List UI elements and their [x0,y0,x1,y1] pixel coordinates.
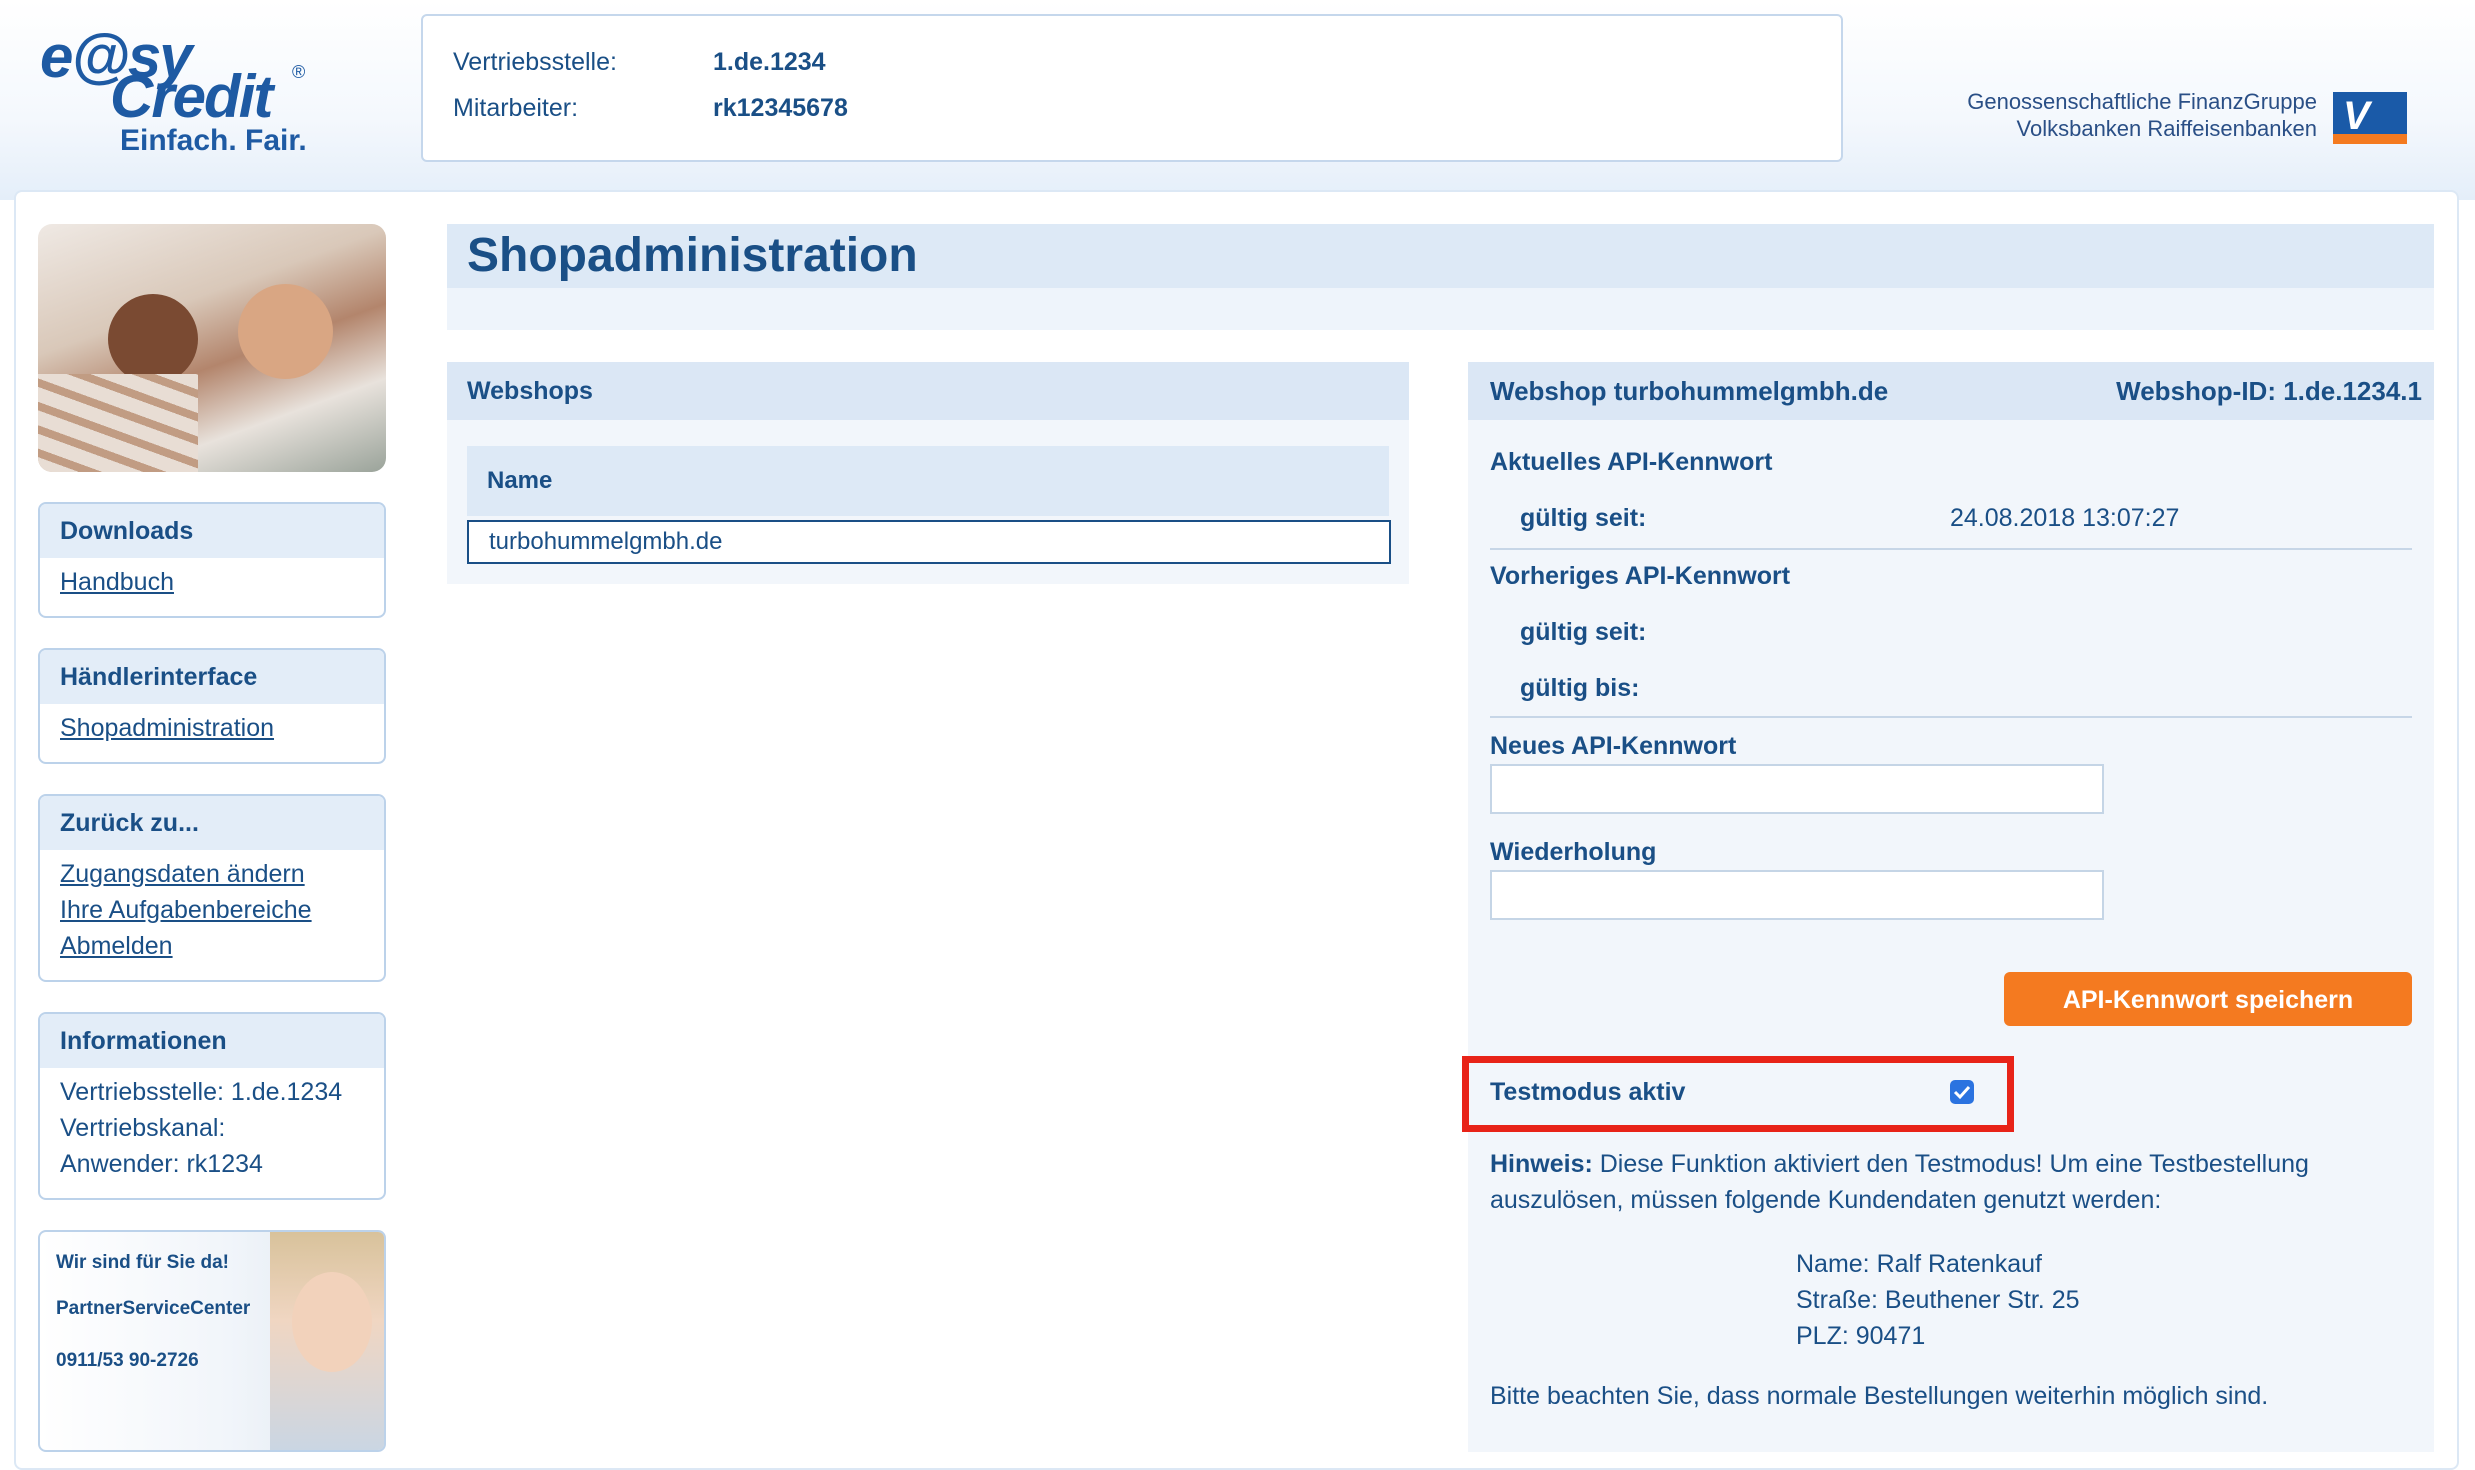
vertriebsstelle-value: 1.de.1234 [713,48,826,76]
psc-phone: 0911/53 90-2726 [56,1350,199,1371]
bank-line2: Volksbanken Raiffeisenbanken [2016,116,2317,141]
vertriebsstelle-row: Vertriebsstelle: 1.de.1234 [453,48,826,77]
logo-tagline: Einfach. Fair. [120,124,307,157]
sidebar-zurueck-title: Zurück zu... [40,796,384,850]
detail-title-prefix: Webshop [1490,376,1607,406]
current-pw-heading: Aktuelles API-Kennwort [1490,448,1773,476]
sidebar-haendler-title: Händlerinterface [40,650,384,704]
mitarbeiter-value: rk12345678 [713,94,848,122]
previous-pw-heading: Vorheriges API-Kennwort [1490,562,1791,590]
detail-header: Webshop turbohummelgmbh.de Webshop-ID: 1… [1468,362,2434,420]
logo-registered: ® [292,62,306,82]
testmode-checkbox[interactable] [1950,1080,1974,1104]
bank-line1: Genossenschaftliche FinanzGruppe [1967,89,2317,114]
new-pw-input[interactable] [1490,764,2104,814]
customer-name: Name: Ralf Ratenkauf [1796,1250,2042,1278]
checkmark-icon [1953,1085,1971,1100]
vr-bank-logo-icon: V [2333,92,2407,144]
webshop-id: Webshop-ID: 1.de.1234.1 [2116,376,2422,406]
vertriebsstelle-label: Vertriebsstelle: [453,48,617,76]
testmode-label: Testmodus aktiv [1490,1078,1686,1106]
webshops-title: Webshops [447,362,1409,420]
couple-photo [38,224,386,472]
detail-title-name: turbohummelgmbh.de [1613,376,1889,406]
customer-zip: PLZ: 90471 [1796,1322,1926,1350]
sidebar-zurueck: Zurück zu... Zugangsdaten ändern Ihre Au… [38,794,386,982]
current-since-value: 24.08.2018 13:07:27 [1950,504,2180,532]
psc-line2: PartnerServiceCenter [56,1298,251,1319]
hint-text: Hinweis: Diese Funktion aktiviert den Te… [1490,1146,2420,1218]
bank-text: Genossenschaftliche FinanzGruppe Volksba… [1967,88,2317,142]
link-zugangsdaten[interactable]: Zugangsdaten ändern [60,856,364,892]
info-vertriebsstelle: Vertriebsstelle: 1.de.1234 [60,1078,343,1106]
previous-since-label: gültig seit: [1520,618,1647,646]
partner-service-center-banner[interactable]: Wir sind für Sie da! PartnerServiceCente… [38,1230,386,1452]
service-agent-photo [270,1232,384,1450]
psc-line1: Wir sind für Sie da! [56,1252,229,1273]
save-api-password-button[interactable]: API-Kennwort speichern [2004,972,2412,1026]
divider [1490,716,2412,718]
webshops-column-name: Name [467,446,1389,516]
link-handbuch[interactable]: Handbuch [60,564,364,600]
logo-line2: Credit [110,63,273,130]
hint-label: Hinweis: [1490,1150,1593,1178]
info-anwender: Anwender: rk1234 [60,1150,263,1178]
page-title-bar: Shopadministration [447,224,2434,288]
customer-street: Straße: Beuthener Str. 25 [1796,1286,2080,1314]
mitarbeiter-row: Mitarbeiter: rk12345678 [453,94,848,123]
link-abmelden[interactable]: Abmelden [60,928,364,964]
webshop-detail-panel: Webshop turbohummelgmbh.de Webshop-ID: 1… [1462,362,2434,1452]
page-title: Shopadministration [467,229,918,282]
hint-body: Diese Funktion aktiviert den Testmodus! … [1490,1150,2309,1214]
repeat-pw-label: Wiederholung [1490,838,1657,866]
new-pw-label: Neues API-Kennwort [1490,732,1737,760]
footer-note: Bitte beachten Sie, dass normale Bestell… [1490,1382,2269,1410]
sidebar-informationen: Informationen Vertriebsstelle: 1.de.1234… [38,1012,386,1200]
easycredit-logo[interactable]: e@sy Credit ® Einfach. Fair. [40,22,320,162]
webshop-row[interactable]: turbohummelgmbh.de [467,520,1391,564]
sidebar-downloads-title: Downloads [40,504,384,558]
link-aufgabenbereiche[interactable]: Ihre Aufgabenbereiche [60,892,364,928]
sidebar-haendlerinterface: Händlerinterface Shopadministration [38,648,386,764]
webshops-panel: Webshops Name turbohummelgmbh.de [447,362,1409,584]
sidebar-downloads: Downloads Handbuch [38,502,386,618]
detail-title: Webshop turbohummelgmbh.de [1490,362,1888,420]
divider [1490,548,2412,550]
header-info-box: Vertriebsstelle: 1.de.1234 Mitarbeiter: rk… [421,14,1843,162]
previous-until-label: gültig bis: [1520,674,1640,702]
link-shopadministration[interactable]: Shopadministration [60,710,364,746]
info-vertriebskanal: Vertriebskanal: [60,1114,226,1142]
sidebar-info-title: Informationen [40,1014,384,1068]
mitarbeiter-label: Mitarbeiter: [453,94,579,122]
current-since-label: gültig seit: [1520,504,1647,532]
repeat-pw-input[interactable] [1490,870,2104,920]
page-subbar [447,288,2434,330]
